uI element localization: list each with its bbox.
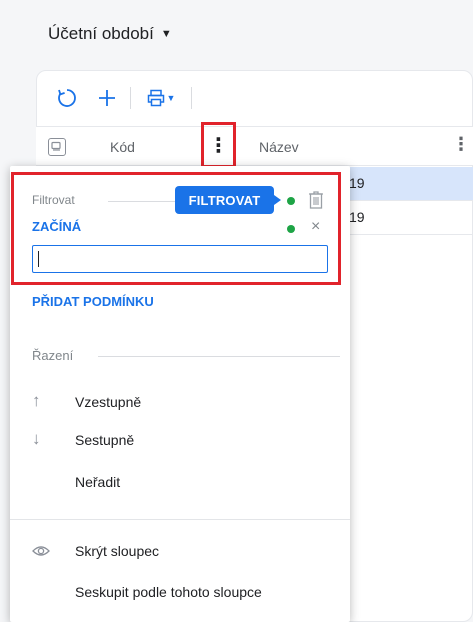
select-all-checkbox[interactable] [48, 138, 66, 156]
caret-down-icon: ▼ [166, 93, 176, 103]
toolbar-divider [130, 87, 131, 109]
section-divider [108, 201, 178, 202]
trash-icon[interactable] [308, 190, 324, 210]
column-header-kod[interactable]: Kód [110, 139, 135, 155]
plus-icon[interactable] [92, 83, 122, 113]
refresh-icon[interactable] [52, 83, 82, 113]
sort-none-item[interactable]: Neřadit [14, 464, 340, 500]
toolbar-divider [191, 87, 192, 109]
page-title: Účetní období [48, 24, 154, 43]
arrow-up-icon: ↑ [32, 391, 41, 410]
table-cell: 19 [349, 209, 365, 225]
period-selector[interactable]: Účetní období ▼ [48, 24, 172, 44]
print-button[interactable]: ▼ [139, 89, 183, 107]
column-menu-button-kod[interactable]: ⋮ [201, 122, 236, 168]
more-vertical-icon: ⋮ [208, 134, 229, 157]
group-by-column-item[interactable]: Seskupit podle tohoto sloupce [14, 574, 340, 610]
sort-ascending-item[interactable]: ↑ Vzestupně [14, 384, 340, 420]
column-header-nazev[interactable]: Název [259, 139, 299, 155]
add-condition-link[interactable]: PŘIDAT PODMÍNKU [32, 294, 154, 309]
eye-icon [32, 543, 50, 563]
grid-header-row [36, 126, 473, 166]
grid-toolbar: ▼ [52, 82, 200, 114]
menu-item-label: Seskupit podle tohoto sloupce [75, 584, 262, 600]
status-dot [287, 197, 295, 205]
menu-item-label: Sestupně [75, 432, 135, 448]
filter-operator-select[interactable]: ZAČÍNÁ [32, 219, 81, 234]
table-cell: 19 [349, 175, 365, 191]
menu-item-label: Vzestupně [75, 394, 142, 410]
column-menu-button-nazev[interactable]: ⋮ [452, 134, 470, 155]
hide-column-item[interactable]: Skrýt sloupec [14, 533, 340, 569]
apply-filter-button[interactable]: FILTROVAT [175, 186, 281, 214]
caret-down-icon: ▼ [160, 28, 172, 40]
sort-descending-item[interactable]: ↓ Sestupně [14, 422, 340, 458]
menu-divider [10, 519, 350, 520]
filter-value-input[interactable] [32, 245, 328, 273]
print-icon [147, 89, 164, 107]
menu-item-label: Skrýt sloupec [75, 543, 160, 559]
status-dot [287, 225, 295, 233]
text-cursor [38, 251, 39, 267]
filter-section-label: Filtrovat [32, 193, 75, 207]
close-icon[interactable]: × [311, 218, 320, 236]
section-divider [98, 356, 340, 357]
sort-section-label: Řazení [32, 348, 74, 363]
arrow-down-icon: ↓ [32, 429, 41, 448]
menu-item-label: Neřadit [75, 474, 121, 490]
